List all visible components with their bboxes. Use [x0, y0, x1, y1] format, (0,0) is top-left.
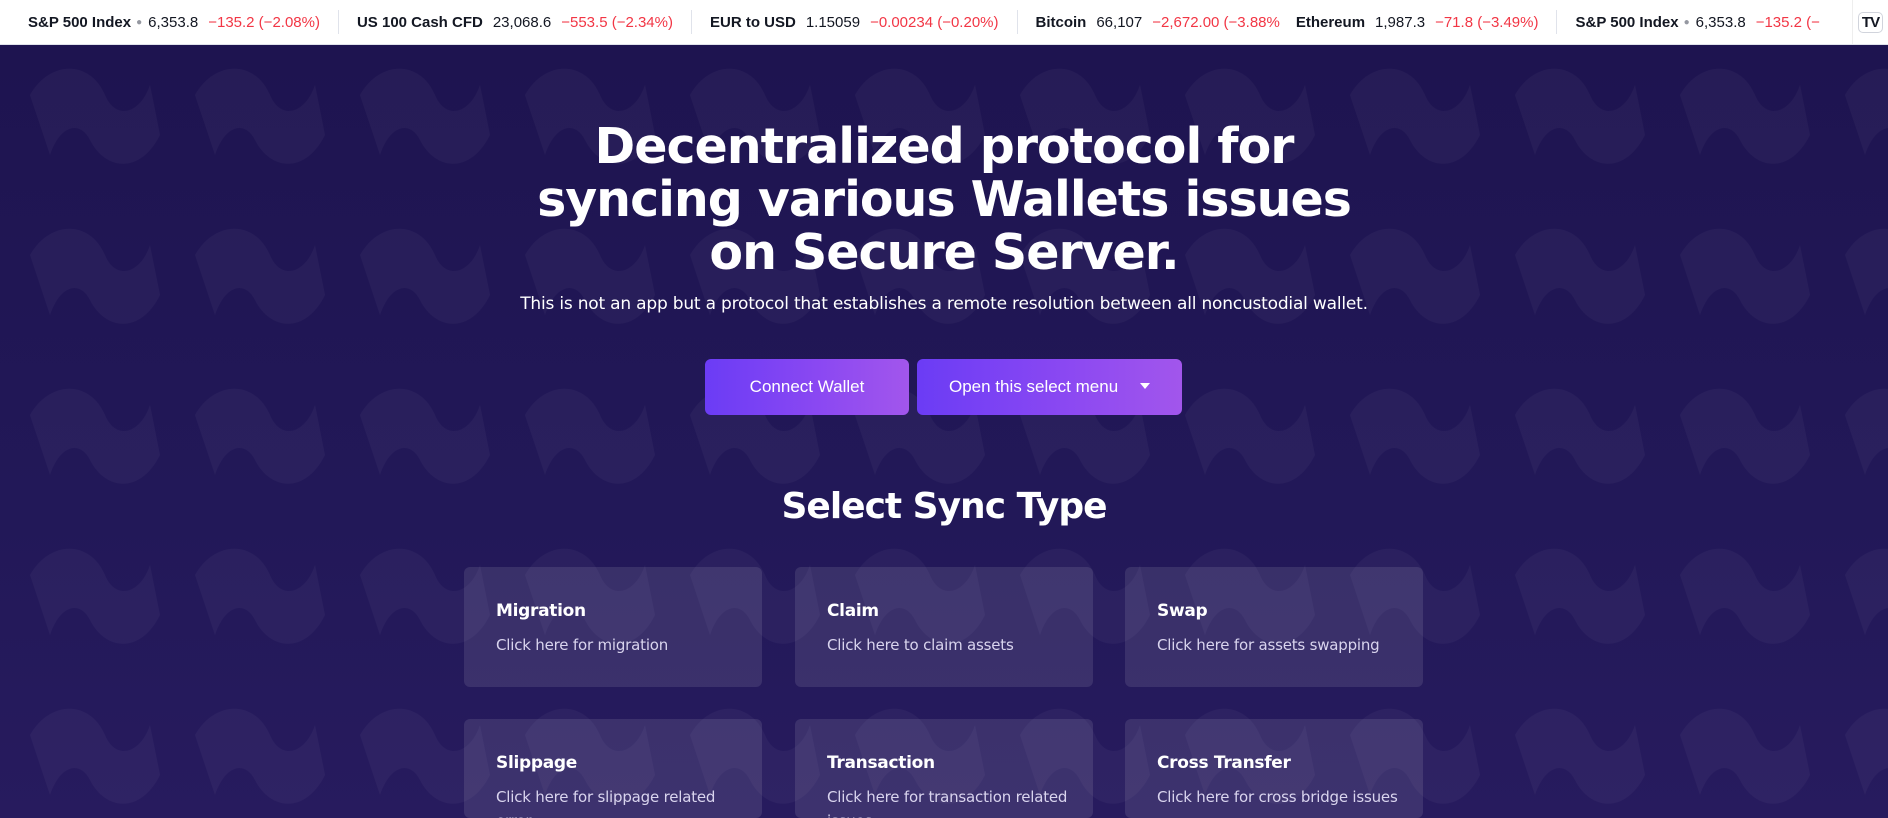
card-title: Transaction: [827, 753, 935, 773]
card-swap[interactable]: Swap Click here for assets swapping: [1125, 567, 1423, 687]
card-title: Slippage: [496, 753, 578, 773]
ticker-item[interactable]: Ethereum 1,987.3 −71.8 (−3.49%): [1295, 0, 1539, 44]
ticker-divider: [337, 10, 339, 34]
card-transaction[interactable]: Transaction Click here for transaction r…: [795, 719, 1093, 818]
ticker-symbol: S&P 500 Index: [1575, 13, 1679, 31]
card-title: Cross Transfer: [1157, 753, 1291, 773]
ticker-symbol: US 100 Cash CFD: [356, 13, 483, 31]
ticker-price: 66,107: [1096, 13, 1143, 31]
ticker-change: −0.00234 (−0.20%): [870, 13, 999, 31]
ticker-price: 6,353.8: [1695, 13, 1746, 31]
ticker-change: −71.8 (−3.49%): [1435, 13, 1539, 31]
ticker-price: 1.15059: [805, 13, 861, 31]
ticker-change: −135.2 (−2.08%): [208, 13, 320, 31]
card-description: Click here for cross bridge issues: [1157, 788, 1398, 806]
ticker-change: −2,672.00 (−3.88%: [1152, 13, 1280, 31]
ticker-price: 1,987.3: [1375, 13, 1426, 31]
section-title: Select Sync Type: [781, 486, 1107, 527]
hero-title: Decentralized protocol for syncing vario…: [537, 118, 1352, 281]
ticker-divider: [690, 10, 692, 34]
connect-wallet-button[interactable]: Connect Wallet: [705, 359, 909, 415]
ticker-symbol: EUR to USD: [709, 13, 796, 31]
card-description: Click here for migration: [496, 636, 669, 654]
ticker-symbol: Ethereum: [1295, 13, 1366, 31]
caret-down-icon: [1140, 383, 1150, 389]
ticker-dot-icon: ●: [136, 16, 143, 28]
ticker-dot-icon: ●: [1683, 16, 1690, 28]
card-title: Claim: [827, 601, 879, 621]
ticker-price: 6,353.8: [148, 13, 199, 31]
ticker-item[interactable]: S&P 500 Index ● 6,353.8 −135.2 (−2.08%): [28, 0, 320, 44]
hero-section: Decentralized protocol for syncing vario…: [0, 120, 1888, 314]
card-migration[interactable]: Migration Click here for migration: [464, 567, 762, 687]
card-title: Swap: [1157, 601, 1208, 621]
ticker-divider: [1556, 10, 1558, 34]
hero-subtitle: This is not an app but a protocol that e…: [520, 294, 1368, 314]
card-description: Click here for assets swapping: [1157, 636, 1380, 654]
tradingview-logo-icon[interactable]: TV: [1852, 0, 1888, 44]
ticker-item[interactable]: S&P 500 Index ● 6,353.8 −135.2 (−: [1575, 0, 1820, 44]
card-description: Click here for slippage related error: [496, 788, 716, 818]
card-title: Migration: [496, 601, 586, 621]
card-claim[interactable]: Claim Click here to claim assets: [795, 567, 1093, 687]
ticker-tape: S&P 500 Index ● 6,353.8 −135.2 (−2.08%) …: [0, 0, 1888, 45]
ticker-symbol: S&P 500 Index: [28, 13, 132, 31]
wallet-select-dropdown[interactable]: Open this select menu: [917, 359, 1182, 415]
ticker-item[interactable]: Bitcoin 66,107 −2,672.00 (−3.88%: [1035, 0, 1280, 44]
card-description: Click here for transaction related issue…: [827, 788, 1068, 818]
ticker-symbol: Bitcoin: [1035, 13, 1087, 31]
ticker-item[interactable]: EUR to USD 1.15059 −0.00234 (−0.20%): [709, 0, 999, 44]
ticker-change: −135.2 (−: [1755, 13, 1820, 31]
ticker-change: −553.5 (−2.34%): [561, 13, 673, 31]
hero-actions: Connect Wallet Open this select menu: [0, 359, 1888, 415]
select-label: Open this select menu: [949, 377, 1119, 396]
tradingview-logo-text: TV: [1857, 12, 1884, 33]
ticker-item[interactable]: US 100 Cash CFD 23,068.6 −553.5 (−2.34%): [356, 0, 673, 44]
card-slippage[interactable]: Slippage Click here for slippage related…: [464, 719, 762, 818]
ticker-divider: [1016, 10, 1018, 34]
ticker-price: 23,068.6: [492, 13, 552, 31]
card-description: Click here to claim assets: [827, 636, 1014, 654]
card-cross-transfer[interactable]: Cross Transfer Click here for cross brid…: [1125, 719, 1423, 818]
